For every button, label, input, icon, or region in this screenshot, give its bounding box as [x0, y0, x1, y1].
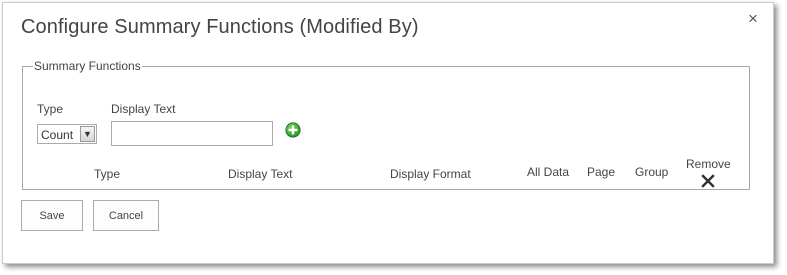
type-label: Type [37, 102, 64, 116]
col-header-group: Group [635, 165, 669, 179]
summary-functions-group: Summary Functions Type Display Text Coun… [22, 59, 750, 190]
col-header-page: Page [587, 165, 616, 179]
display-text-label: Display Text [111, 102, 176, 116]
type-select-value: Count [41, 128, 74, 142]
col-header-remove: Remove [686, 157, 731, 171]
configure-summary-dialog: Configure Summary Functions (Modified By… [2, 2, 774, 264]
display-text-input[interactable] [111, 121, 273, 146]
chevron-down-icon[interactable]: ▼ [80, 126, 95, 142]
close-icon[interactable]: × [746, 10, 760, 27]
add-plus-icon[interactable] [285, 122, 301, 138]
summary-functions-legend: Summary Functions [34, 59, 141, 73]
type-select[interactable]: Count ▼ [37, 124, 97, 144]
col-header-display-text: Display Text [228, 167, 293, 181]
remove-x-icon[interactable] [701, 174, 715, 188]
col-header-display-format: Display Format [390, 167, 471, 181]
col-header-type: Type [94, 167, 121, 181]
save-button[interactable]: Save [21, 200, 83, 231]
dialog-title: Configure Summary Functions (Modified By… [21, 16, 419, 38]
col-header-all-data: All Data [527, 165, 570, 179]
cancel-button[interactable]: Cancel [93, 200, 159, 231]
